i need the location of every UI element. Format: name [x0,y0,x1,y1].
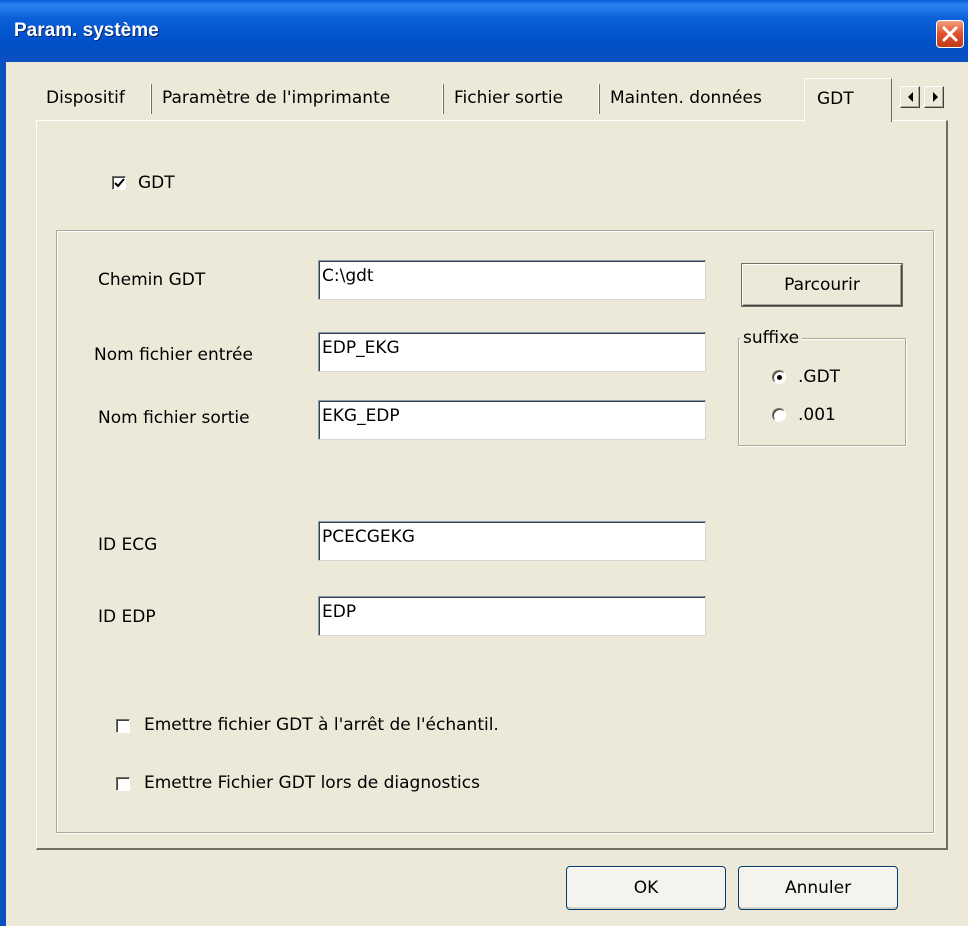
tab-label: Paramètre de l'imprimante [162,88,391,108]
emit-on-diagnostics-checkbox[interactable] [116,777,130,791]
ok-button-label: OK [633,878,659,898]
emit-on-stop-label: Emettre fichier GDT à l'arrêt de l'échan… [144,715,499,735]
ok-button[interactable]: OK [566,866,726,910]
browse-button-label: Parcourir [784,275,860,295]
arrow-left-icon [908,92,913,102]
cancel-button[interactable]: Annuler [738,866,898,910]
checkmark-icon [114,178,125,188]
close-icon [942,26,958,42]
suffix-legend: suffixe [740,328,803,348]
output-filename-field[interactable]: EKG_EDP [318,400,706,440]
suffix-001-radio[interactable] [772,408,786,422]
tab-scroll-left-button[interactable] [900,86,920,108]
output-filename-label: Nom fichier sortie [98,408,250,428]
emit-on-diagnostics-label: Emettre Fichier GDT lors de diagnostics [144,773,480,793]
browse-button[interactable]: Parcourir [742,264,902,306]
suffix-gdt-radio[interactable] [772,370,786,384]
tab-dispositif[interactable]: Dispositif [46,82,125,118]
tab-label: GDT [817,89,854,109]
suffix-gdt-label: .GDT [798,367,841,387]
tab-scroll-right-button[interactable] [924,86,944,108]
gdt-checkbox-label: GDT [138,173,175,193]
id-ecg-input[interactable]: PCECGEKG [318,521,706,561]
chemin-gdt-input[interactable]: C:\gdt [318,260,706,300]
id-ecg-label: ID ECG [98,535,158,555]
input-filename-field[interactable]: EDP_EKG [318,332,706,372]
tab-divider [150,84,152,114]
cancel-button-label: Annuler [784,878,852,898]
tab-divider [598,84,600,114]
radio-selected-dot [777,375,782,380]
id-edp-label: ID EDP [98,607,156,627]
tab-label: Dispositif [46,88,125,108]
suffix-group [738,338,906,446]
tab-label: Fichier sortie [454,88,564,108]
tab-gdt[interactable]: GDT [804,78,892,122]
suffix-001-label: .001 [798,405,836,425]
arrow-right-icon [933,92,938,102]
window-title: Param. système [14,20,159,41]
tab-data-maintenance[interactable]: Mainten. données [610,82,762,118]
tab-printer-settings[interactable]: Paramètre de l'imprimante [162,82,391,118]
system-parameters-dialog: Param. système Dispositif Paramètre de l… [0,0,968,926]
input-filename-label: Nom fichier entrée [94,345,253,365]
gdt-checkbox[interactable] [112,176,126,190]
close-button[interactable] [936,20,964,48]
title-bar: Param. système [0,0,968,62]
chemin-gdt-label: Chemin GDT [98,270,206,290]
emit-on-stop-checkbox[interactable] [116,719,130,733]
tab-output-file[interactable]: Fichier sortie [454,82,564,118]
id-edp-input[interactable]: EDP [318,596,706,636]
tab-divider [442,84,444,114]
window-frame [0,62,6,926]
tab-label: Mainten. données [610,88,762,108]
